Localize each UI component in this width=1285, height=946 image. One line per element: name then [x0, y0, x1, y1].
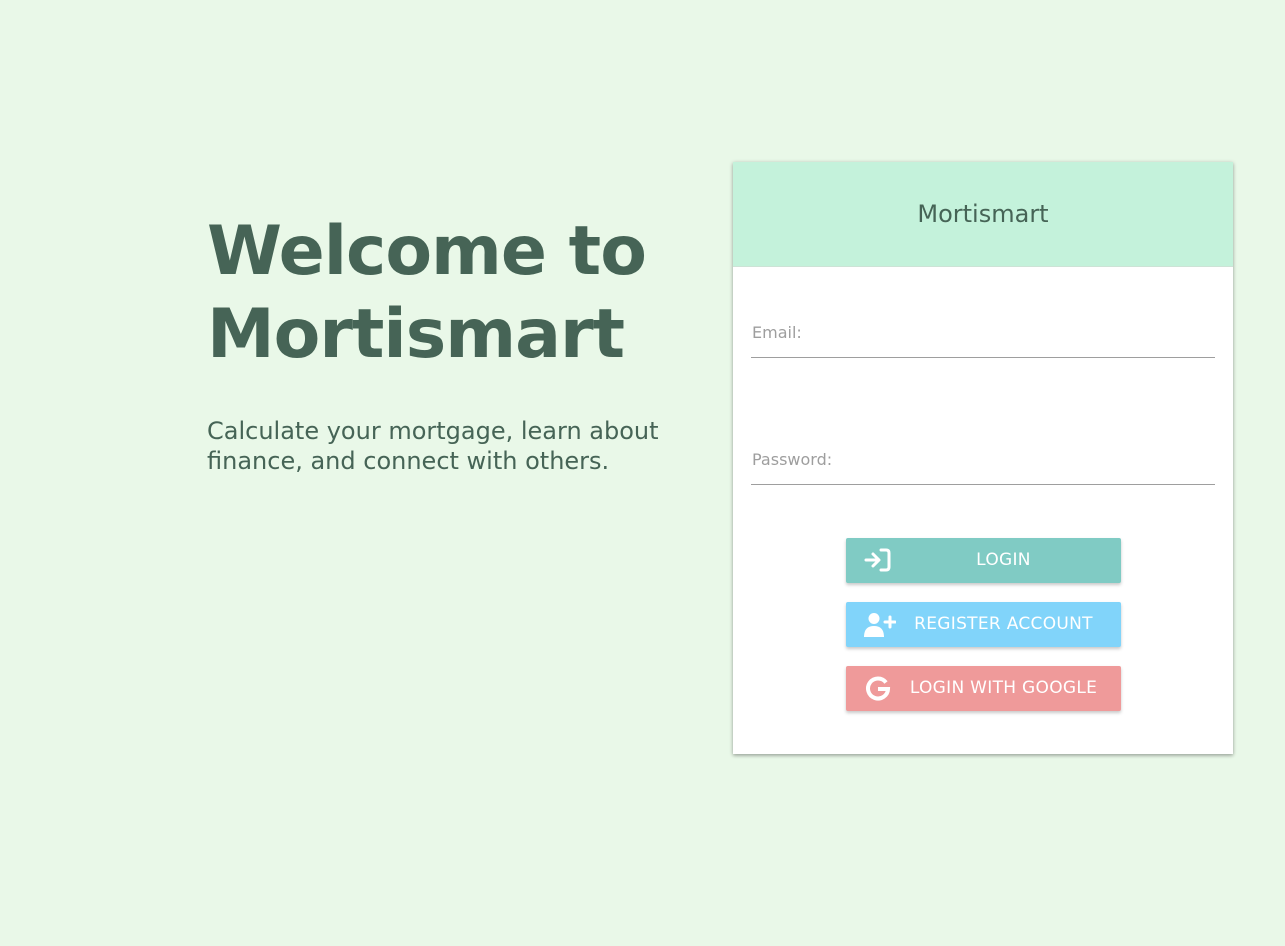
login-page: Welcome to Mortismart Calculate your mor…	[0, 0, 1285, 946]
welcome-subtitle-line2: finance, and connect with others.	[207, 447, 610, 475]
register-account-button-label: REGISTER ACCOUNT	[914, 614, 1093, 634]
login-card: Mortismart Email: Password: LOGIN REGIST…	[733, 162, 1233, 754]
email-field[interactable]: Email:	[751, 323, 1215, 358]
welcome-subtitle-line1: Calculate your mortgage, learn about	[207, 417, 659, 445]
welcome-heading-line2: Mortismart	[207, 295, 625, 374]
login-card-header: Mortismart	[733, 162, 1233, 267]
login-card-title: Mortismart	[917, 200, 1049, 228]
login-with-google-button[interactable]: LOGIN WITH GOOGLE	[846, 666, 1121, 711]
login-button-label: LOGIN	[976, 550, 1031, 570]
password-field[interactable]: Password:	[751, 450, 1215, 485]
welcome-heading-line1: Welcome to	[207, 212, 647, 291]
register-account-button[interactable]: REGISTER ACCOUNT	[846, 602, 1121, 647]
login-button[interactable]: LOGIN	[846, 538, 1121, 583]
welcome-section: Welcome to Mortismart Calculate your mor…	[207, 210, 677, 476]
welcome-heading: Welcome to Mortismart	[207, 210, 677, 376]
password-input[interactable]	[751, 450, 1215, 484]
welcome-subtitle: Calculate your mortgage, learn about fin…	[207, 416, 677, 476]
email-input[interactable]	[751, 323, 1215, 357]
login-with-google-button-label: LOGIN WITH GOOGLE	[909, 678, 1098, 698]
